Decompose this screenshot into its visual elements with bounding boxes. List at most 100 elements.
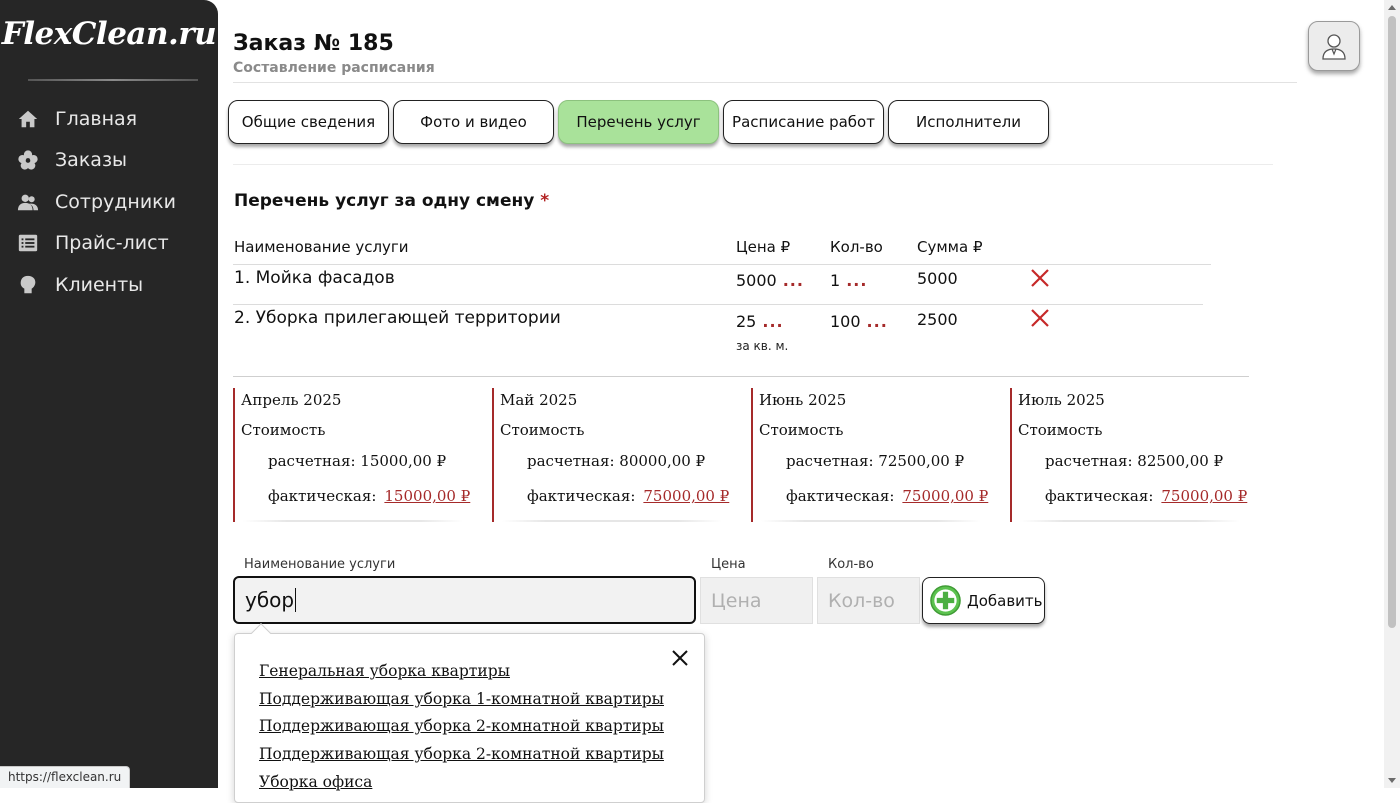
home-icon <box>17 108 39 130</box>
month-card-divider <box>502 520 722 522</box>
month-name: Апрель 2025 <box>241 391 342 409</box>
fact-label: фактическая: <box>527 487 636 505</box>
delete-row-1-button[interactable] <box>1030 268 1050 288</box>
sidebar-item-employees[interactable]: Сотрудники <box>0 181 218 223</box>
month-calc-cost: расчетная: 15000,00 ₽ <box>268 452 446 470</box>
sidebar-item-label: Прайс-лист <box>55 232 169 255</box>
service-row-1-qty: 1... <box>830 271 867 290</box>
fact-value-link[interactable]: 15000,00 ₽ <box>384 487 470 505</box>
status-url: https://flexclean.ru <box>0 766 131 788</box>
service-row-2-qty: 100... <box>830 312 888 331</box>
sidebar-item-label: Клиенты <box>55 273 144 296</box>
month-cost-label: Стоимость <box>500 421 585 439</box>
suggestion-item[interactable]: Поддерживающая уборка 2-комнатной кварти… <box>259 743 664 771</box>
month-fact-cost: фактическая: 75000,00 ₽ <box>1045 487 1247 505</box>
plus-circle-icon <box>930 585 961 616</box>
column-header-price: Цена ₽ <box>736 238 791 256</box>
column-header-sum: Сумма ₽ <box>917 238 983 256</box>
calc-label: расчетная: <box>527 452 615 470</box>
fact-value-link[interactable]: 75000,00 ₽ <box>902 487 988 505</box>
required-mark: * <box>540 191 550 211</box>
month-card-may: Май 2025 Стоимость расчетная: 80000,00 ₽… <box>492 388 729 522</box>
month-name: Май 2025 <box>500 391 578 409</box>
service-row-2-price: 25... <box>736 312 784 331</box>
suggestion-item[interactable]: Генеральная уборка квартиры <box>259 660 664 688</box>
user-avatar-button[interactable] <box>1308 21 1360 71</box>
sidebar-item-orders[interactable]: Заказы <box>0 140 218 182</box>
suggestions-list: Генеральная уборка квартиры Поддерживающ… <box>259 660 664 798</box>
fact-label: фактическая: <box>1045 487 1154 505</box>
edit-price-more[interactable]: ... <box>762 312 783 331</box>
edit-price-more[interactable]: ... <box>783 271 804 290</box>
client-icon <box>17 274 39 296</box>
month-card-divider <box>1020 520 1240 522</box>
suggestion-item[interactable]: Уборка офиса <box>259 771 664 799</box>
sidebar-item-label: Заказы <box>55 149 128 172</box>
scroll-thumb[interactable] <box>1388 16 1396 628</box>
fact-label: фактическая: <box>786 487 895 505</box>
close-x-icon <box>1031 269 1049 287</box>
tab-media[interactable]: Фото и видео <box>393 100 554 144</box>
fact-value-link[interactable]: 75000,00 ₽ <box>1161 487 1247 505</box>
price-label: Цена <box>711 557 746 572</box>
calc-value: 72500,00 ₽ <box>878 452 965 470</box>
scroll-up-arrow-icon[interactable] <box>1388 5 1396 10</box>
qty-value: 100 <box>830 312 861 331</box>
sidebar-item-pricelist[interactable]: Прайс-лист <box>0 223 218 265</box>
tab-general[interactable]: Общие сведения <box>228 100 389 144</box>
close-x-icon <box>1031 309 1049 327</box>
delete-row-2-button[interactable] <box>1030 308 1050 328</box>
column-header-name: Наименование услуги <box>234 238 409 256</box>
add-service-button[interactable]: Добавить <box>922 577 1045 624</box>
month-name: Июнь 2025 <box>759 391 847 409</box>
sidebar-item-home[interactable]: Главная <box>0 98 218 140</box>
tab-performers[interactable]: Исполнители <box>888 100 1049 144</box>
edit-qty-more[interactable]: ... <box>846 271 867 290</box>
calc-value: 80000,00 ₽ <box>619 452 706 470</box>
calc-label: расчетная: <box>268 452 356 470</box>
service-name-value: убор <box>245 588 295 612</box>
edit-qty-more[interactable]: ... <box>867 312 888 331</box>
page-subtitle: Составление расписания <box>233 60 435 76</box>
close-suggestions-button[interactable] <box>670 648 690 668</box>
sidebar-item-label: Сотрудники <box>55 190 176 213</box>
suggestion-item[interactable]: Поддерживающая уборка 1-комнатной кварти… <box>259 688 664 716</box>
price-value: 25 <box>736 312 757 331</box>
month-calc-cost: расчетная: 80000,00 ₽ <box>527 452 705 470</box>
price-input[interactable]: Цена <box>700 577 813 624</box>
months-divider <box>233 376 1249 377</box>
service-row-1-name: 1. Мойка фасадов <box>234 268 395 288</box>
fact-value-link[interactable]: 75000,00 ₽ <box>643 487 729 505</box>
qty-input[interactable]: Кол-во <box>817 577 920 624</box>
flower-icon <box>17 149 39 171</box>
close-icon <box>672 650 688 666</box>
month-card-july: Июль 2025 Стоимость расчетная: 82500,00 … <box>1010 388 1247 522</box>
app-logo[interactable]: FlexClean.ru <box>0 16 218 52</box>
tabs-divider <box>233 164 1273 165</box>
month-card-divider <box>243 520 463 522</box>
tab-services[interactable]: Перечень услуг <box>558 100 719 144</box>
service-row-1-price: 5000... <box>736 271 804 290</box>
tab-bar: Общие сведения Фото и видео Перечень усл… <box>228 100 1049 144</box>
page-title: Заказ № 185 <box>233 31 394 56</box>
sidebar-item-clients[interactable]: Клиенты <box>0 264 218 306</box>
service-row-2-sum: 2500 <box>917 310 958 329</box>
header-divider <box>233 82 1297 83</box>
sidebar-nav: Главная Заказы Сотрудники Прайс-лист Кли… <box>0 98 218 306</box>
month-fact-cost: фактическая: 15000,00 ₽ <box>268 487 470 505</box>
month-calc-cost: расчетная: 72500,00 ₽ <box>786 452 964 470</box>
month-fact-cost: фактическая: 75000,00 ₽ <box>527 487 729 505</box>
scroll-down-arrow-icon[interactable] <box>1388 778 1396 783</box>
month-calc-cost: расчетная: 82500,00 ₽ <box>1045 452 1223 470</box>
calc-value: 15000,00 ₽ <box>360 452 447 470</box>
month-card-divider <box>761 520 981 522</box>
month-cost-label: Стоимость <box>1018 421 1103 439</box>
users-icon <box>17 191 39 213</box>
suggestion-item[interactable]: Поддерживающая уборка 2-комнатной кварти… <box>259 715 664 743</box>
service-name-input[interactable]: убор <box>233 576 696 624</box>
sidebar-item-label: Главная <box>55 107 138 130</box>
calc-label: расчетная: <box>1045 452 1133 470</box>
page-scrollbar[interactable] <box>1384 0 1400 788</box>
tab-schedule[interactable]: Расписание работ <box>723 100 884 144</box>
services-title-text: Перечень услуг за одну смену <box>234 191 535 211</box>
